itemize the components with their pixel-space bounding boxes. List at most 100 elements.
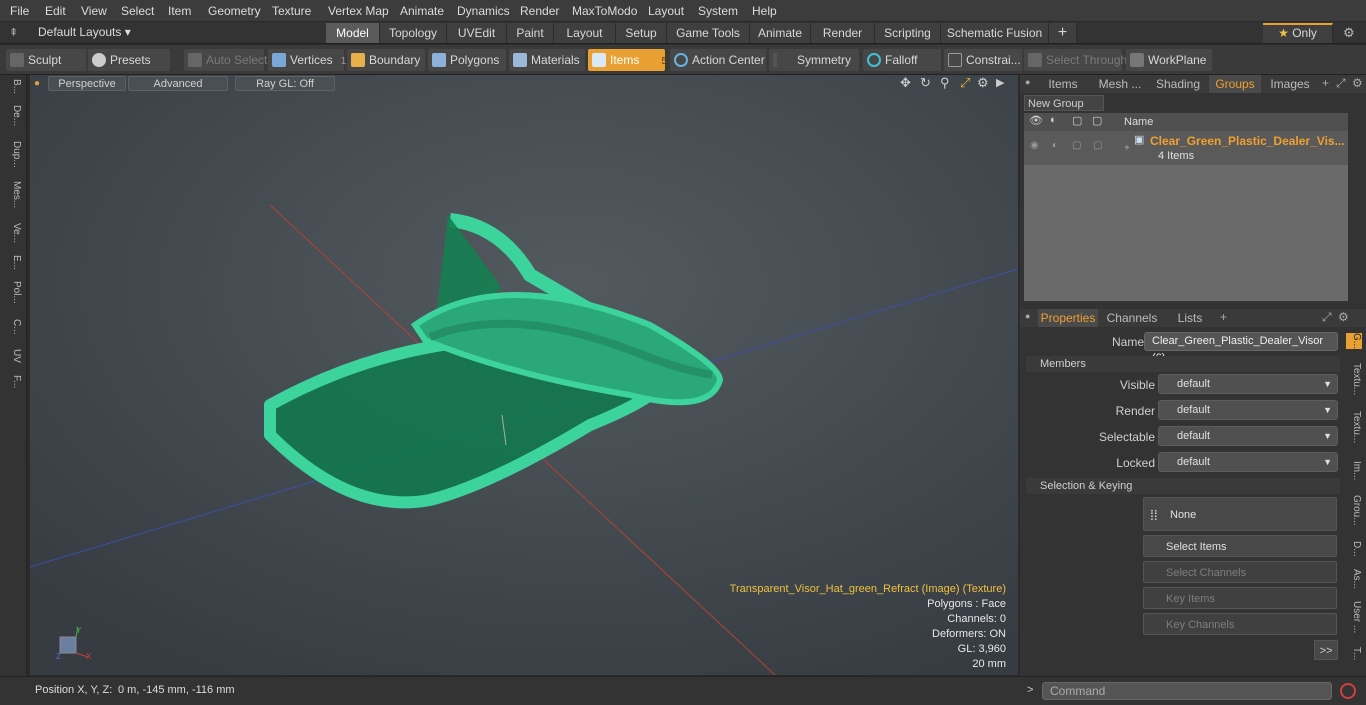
menu-help[interactable]: Help xyxy=(752,4,777,18)
vtab-polygon[interactable]: Pol... xyxy=(4,281,22,304)
tab-animate[interactable]: Animate xyxy=(750,23,811,43)
command-input[interactable]: Command xyxy=(1042,682,1332,700)
eye-header-icon[interactable]: 👁 xyxy=(1029,114,1043,127)
tab-game-tools[interactable]: Game Tools xyxy=(667,23,750,43)
tab-mesh[interactable]: Mesh ... xyxy=(1092,75,1148,93)
menu-render[interactable]: Render xyxy=(520,4,559,18)
vtab-mesh-edit[interactable]: Mes... xyxy=(4,181,22,208)
only-toggle[interactable]: ★ Only xyxy=(1263,23,1333,43)
group-row[interactable]: ◉ ◐ ▢ ▢ + ▣ Clear_Green_Plastic_Dealer_V… xyxy=(1024,131,1348,165)
lock-header-icon[interactable]: ▢ xyxy=(1072,114,1082,127)
expand-props-icon[interactable]: ⤢ xyxy=(1322,310,1332,325)
menu-maxtomodo[interactable]: MaxToModo xyxy=(572,4,637,18)
viewport-gear-icon[interactable]: ⚙ xyxy=(977,75,989,91)
tab-properties[interactable]: Properties xyxy=(1038,309,1098,327)
vtab-deform[interactable]: De... xyxy=(4,105,22,126)
rvtab-d[interactable]: D... xyxy=(1346,541,1362,557)
add-panel-tab-icon[interactable]: + xyxy=(1322,76,1329,90)
rvtab-t[interactable]: T... xyxy=(1346,647,1362,660)
tab-topology[interactable]: Topology xyxy=(380,23,447,43)
visible-dropdown[interactable]: default ▼ xyxy=(1158,374,1338,394)
add-tab-icon[interactable]: + xyxy=(1049,23,1077,43)
record-icon[interactable] xyxy=(1340,683,1356,699)
props-dot-icon[interactable]: ● xyxy=(1025,311,1030,321)
perspective-button[interactable]: Perspective xyxy=(48,76,126,91)
add-props-tab-icon[interactable]: + xyxy=(1220,310,1227,324)
rvtab-texture-2[interactable]: Textu... xyxy=(1346,411,1362,443)
tab-uvedit[interactable]: UVEdit xyxy=(447,23,507,43)
menu-view[interactable]: View xyxy=(81,4,107,18)
menu-texture[interactable]: Texture xyxy=(272,4,311,18)
group-visible-icon[interactable]: ◉ xyxy=(1030,140,1039,151)
menu-animate[interactable]: Animate xyxy=(400,4,444,18)
move-view-icon[interactable]: ✥ xyxy=(900,75,911,91)
boundary-button[interactable]: Boundary xyxy=(347,49,425,71)
polygons-button[interactable]: Polygons xyxy=(428,49,506,71)
menu-file[interactable]: File xyxy=(10,4,29,18)
menu-layout[interactable]: Layout xyxy=(648,4,684,18)
vtab-vertex[interactable]: Ve... xyxy=(4,223,22,243)
action-center-button[interactable]: Action Center xyxy=(670,49,766,71)
rvtab-texture-1[interactable]: Textu... xyxy=(1346,363,1362,395)
render-dropdown[interactable]: default ▼ xyxy=(1158,400,1338,420)
symmetry-button[interactable]: Symmetry xyxy=(769,49,859,71)
group-render-icon[interactable]: ◐ xyxy=(1052,140,1058,151)
more-button[interactable]: >> xyxy=(1314,640,1338,660)
raygl-button[interactable]: Ray GL: Off xyxy=(235,76,335,91)
tab-shading[interactable]: Shading xyxy=(1151,75,1205,93)
menu-dynamics[interactable]: Dynamics xyxy=(457,4,510,18)
rvtab-group-2[interactable]: Grou... xyxy=(1346,495,1362,526)
3d-viewport[interactable]: Y X Z Transparent_Visor_Hat_green_Refrac… xyxy=(30,75,1018,675)
vtab-fusion[interactable]: F... xyxy=(4,375,22,388)
select-items-button[interactable]: Select Items xyxy=(1143,535,1337,557)
vtab-curve[interactable]: C... xyxy=(4,319,22,335)
layout-menu-icon[interactable]: ⇞ xyxy=(9,26,18,39)
tab-groups[interactable]: Groups xyxy=(1209,75,1261,93)
workplane-button[interactable]: WorkPlane xyxy=(1126,49,1212,71)
tab-schematic-fusion[interactable]: Schematic Fusion xyxy=(941,23,1049,43)
panel-gear-icon[interactable]: ⚙ xyxy=(1352,76,1363,90)
tab-setup[interactable]: Setup xyxy=(616,23,667,43)
expand-panel-icon[interactable]: ⤢ xyxy=(1336,76,1346,91)
menu-item[interactable]: Item xyxy=(168,4,191,18)
rvtab-user[interactable]: User ... xyxy=(1346,601,1362,633)
menu-system[interactable]: System xyxy=(698,4,738,18)
items-button[interactable]: Items 5 xyxy=(588,49,667,71)
tab-layout[interactable]: Layout xyxy=(554,23,616,43)
maximize-view-icon[interactable]: ⤢ xyxy=(960,75,970,91)
viewport-more-icon[interactable]: ▶ xyxy=(996,76,1004,89)
render-header-icon[interactable]: ◐ xyxy=(1050,114,1057,126)
advanced-button[interactable]: Advanced xyxy=(128,76,228,91)
rvtab-assembly[interactable]: As... xyxy=(1346,569,1362,589)
selectable-dropdown[interactable]: default ▼ xyxy=(1158,426,1338,446)
menu-select[interactable]: Select xyxy=(121,4,154,18)
rvtab-group[interactable]: G... xyxy=(1346,333,1362,350)
tab-images[interactable]: Images xyxy=(1264,75,1316,93)
locked-dropdown[interactable]: default ▼ xyxy=(1158,452,1338,472)
key-items-button[interactable]: Key Items xyxy=(1143,587,1337,609)
none-button[interactable]: ⁞⁞ None xyxy=(1143,497,1337,531)
menu-vertex-map[interactable]: Vertex Map xyxy=(328,4,389,18)
presets-button[interactable]: Presets xyxy=(88,49,170,71)
panel-dot-icon[interactable]: ● xyxy=(1025,77,1030,87)
zoom-view-icon[interactable]: ⚲ xyxy=(940,75,950,91)
auto-select-button[interactable]: Auto Select xyxy=(184,49,267,71)
vtab-edge[interactable]: E... xyxy=(4,255,22,270)
group-select-icon[interactable]: ▢ xyxy=(1093,140,1102,151)
select-through-button[interactable]: Select Through xyxy=(1024,49,1127,71)
new-group-button[interactable]: New Group xyxy=(1024,95,1104,111)
tab-render[interactable]: Render xyxy=(811,23,875,43)
key-channels-button[interactable]: Key Channels xyxy=(1143,613,1337,635)
gear-icon[interactable]: ⚙ xyxy=(1343,25,1355,41)
tab-channels[interactable]: Channels xyxy=(1104,309,1160,327)
constraints-button[interactable]: Constrai... xyxy=(944,49,1022,71)
props-gear-icon[interactable]: ⚙ xyxy=(1338,310,1349,324)
materials-button[interactable]: Materials xyxy=(509,49,585,71)
rvtab-image[interactable]: Im... xyxy=(1346,461,1362,480)
name-field[interactable]: Clear_Green_Plastic_Dealer_Visor (6) xyxy=(1144,332,1338,364)
tab-items[interactable]: Items xyxy=(1038,75,1088,93)
members-header[interactable]: Members xyxy=(1026,356,1340,372)
menu-geometry[interactable]: Geometry xyxy=(208,4,261,18)
vertices-button[interactable]: Vertices 1 xyxy=(268,49,346,71)
tab-model[interactable]: Model xyxy=(326,23,380,43)
